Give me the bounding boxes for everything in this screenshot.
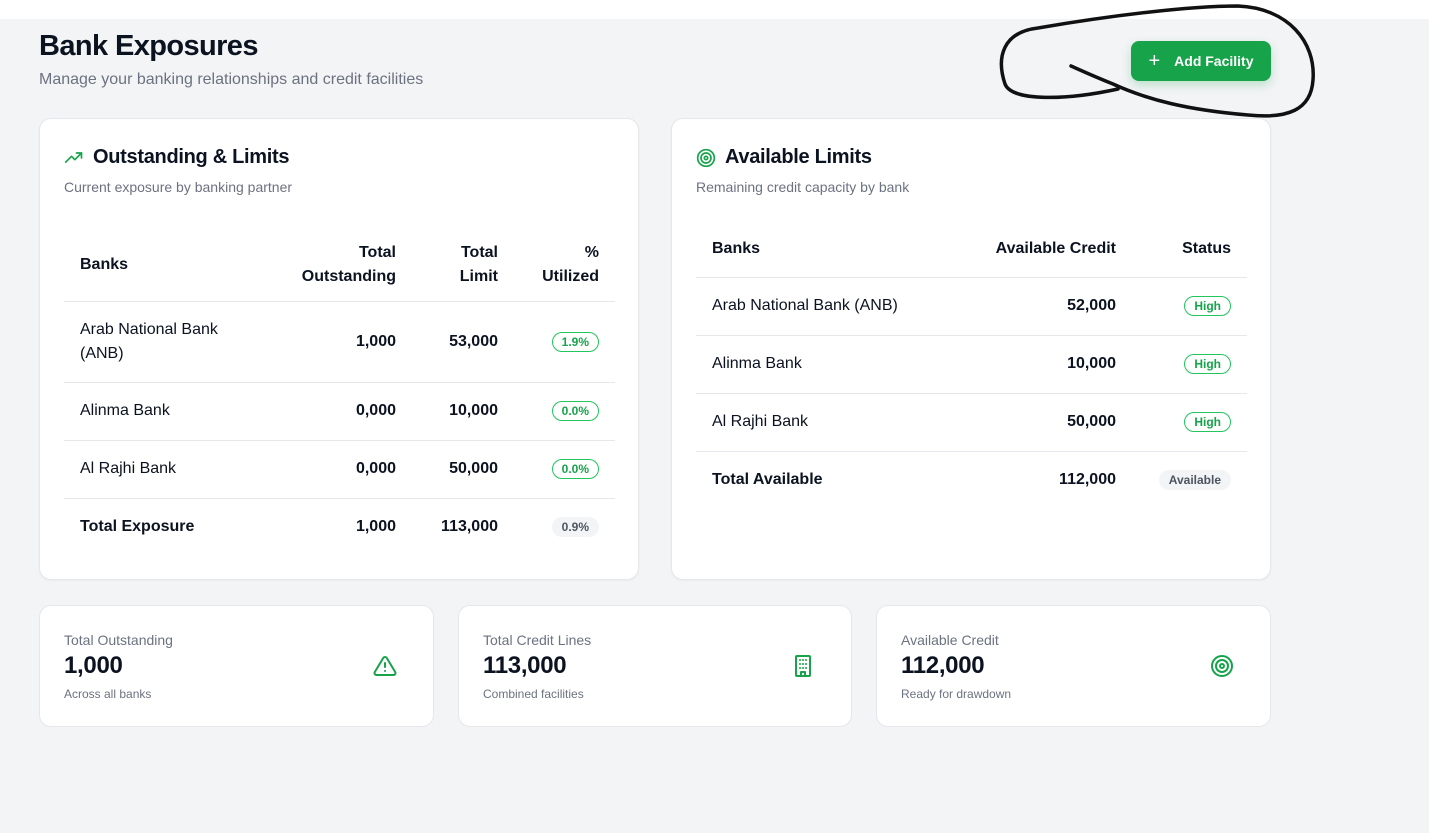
total-row: Total Exposure 1,000 113,000 0.9%	[64, 497, 615, 556]
building-icon	[795, 655, 811, 677]
stat-sub: Across all banks	[64, 687, 152, 701]
available-card-description: Remaining credit capacity by bank	[696, 179, 910, 195]
table-row: Arab National Bank (ANB) 1,000 53,000 1.9…	[64, 300, 615, 382]
limit-value: 10,000	[412, 381, 514, 440]
stat-card-total-credit-lines: Total Credit Lines 113,000 Combined faci…	[458, 605, 852, 727]
utilized-badge: 0.0%	[551, 459, 599, 479]
status-badge: High	[1184, 354, 1231, 374]
total-row: Total Available 112,000 Available	[696, 450, 1247, 509]
limit-value: 53,000	[412, 300, 514, 382]
stat-label: Available Credit	[901, 632, 999, 648]
total-label: Total Exposure	[64, 497, 272, 556]
total-label: Total Available	[696, 450, 957, 509]
bank-name: Alinma Bank	[64, 381, 272, 440]
stat-value: 113,000	[483, 652, 567, 679]
available-limits-card: Available Limits Remaining credit capaci…	[671, 118, 1271, 580]
total-limit-value: 113,000	[412, 497, 514, 556]
alert-triangle-icon	[373, 655, 397, 676]
col-total-limit: Total Limit	[459, 243, 498, 285]
available-credit-value: 50,000	[956, 392, 1132, 451]
available-credit-value: 52,000	[956, 276, 1132, 335]
available-card-title: Available Limits	[725, 146, 872, 168]
outstanding-table: Banks Total Outstanding Total Limit % Utili…	[64, 229, 615, 556]
col-available-credit: Available Credit	[995, 239, 1116, 257]
stat-sub: Combined facilities	[483, 687, 584, 701]
stat-card-available-credit: Available Credit 112,000 Ready for drawd…	[876, 605, 1271, 727]
total-available-value: 112,000	[956, 450, 1132, 509]
table-header-row: Banks Available Credit Status	[696, 221, 1247, 277]
bank-name: Arab National Bank (ANB)	[64, 300, 272, 382]
col-utilized: % Utilized	[542, 243, 599, 285]
top-strip	[0, 0, 1429, 19]
stat-label: Total Credit Lines	[483, 632, 592, 648]
outstanding-value: 0,000	[272, 439, 412, 498]
bank-name: Alinma Bank	[696, 334, 957, 393]
outstanding-card-title: Outstanding & Limits	[93, 146, 290, 168]
status-badge: High	[1184, 296, 1231, 316]
stat-card-total-outstanding: Total Outstanding 1,000 Across all banks	[39, 605, 434, 727]
table-row: Al Rajhi Bank 0,000 50,000 0.0%	[64, 439, 615, 498]
table-header-row: Banks Total Outstanding Total Limit % Utili…	[64, 229, 615, 301]
outstanding-limits-card: Outstanding & Limits Current exposure by…	[39, 118, 639, 580]
bank-name: Al Rajhi Bank	[696, 392, 957, 451]
limit-value: 50,000	[412, 439, 514, 498]
col-banks: Banks	[80, 255, 129, 273]
utilized-badge: 0.0%	[551, 401, 599, 421]
bank-name: Al Rajhi Bank	[64, 439, 272, 498]
target-icon	[696, 148, 716, 167]
table-row: Al Rajhi Bank 50,000 High	[696, 392, 1247, 451]
status-badge: High	[1184, 412, 1231, 432]
plus-icon: +	[1148, 50, 1161, 72]
page-subtitle: Manage your banking relationships and cr…	[39, 71, 424, 88]
available-table: Banks Available Credit Status Arab Natio…	[696, 221, 1247, 509]
stat-value: 112,000	[901, 652, 985, 679]
stat-sub: Ready for drawdown	[901, 687, 1012, 701]
available-credit-value: 10,000	[956, 334, 1132, 393]
total-outstanding-value: 1,000	[272, 497, 412, 556]
bank-name: Arab National Bank (ANB)	[696, 276, 957, 335]
total-status-badge: Available	[1158, 470, 1231, 491]
outstanding-card-description: Current exposure by banking partner	[64, 179, 293, 195]
stat-label: Total Outstanding	[64, 632, 173, 648]
add-facility-button[interactable]: + Add Facility	[1131, 41, 1271, 81]
outstanding-value: 0,000	[272, 381, 412, 440]
table-row: Arab National Bank (ANB) 52,000 High	[696, 276, 1247, 335]
col-banks: Banks	[712, 239, 761, 257]
stat-value: 1,000	[64, 652, 123, 679]
utilized-badge: 1.9%	[551, 331, 599, 352]
table-row: Alinma Bank 10,000 High	[696, 334, 1247, 393]
col-total-outstanding: Total Outstanding	[301, 243, 396, 285]
target-icon	[1211, 655, 1233, 677]
trending-up-icon	[64, 151, 83, 163]
outstanding-value: 1,000	[272, 300, 412, 382]
total-utilized-badge: 0.9%	[551, 517, 599, 538]
add-facility-label: Add Facility	[1174, 53, 1254, 69]
col-status: Status	[1182, 239, 1231, 257]
table-row: Alinma Bank 0,000 10,000 0.0%	[64, 381, 615, 440]
page-title: Bank Exposures	[39, 30, 258, 62]
